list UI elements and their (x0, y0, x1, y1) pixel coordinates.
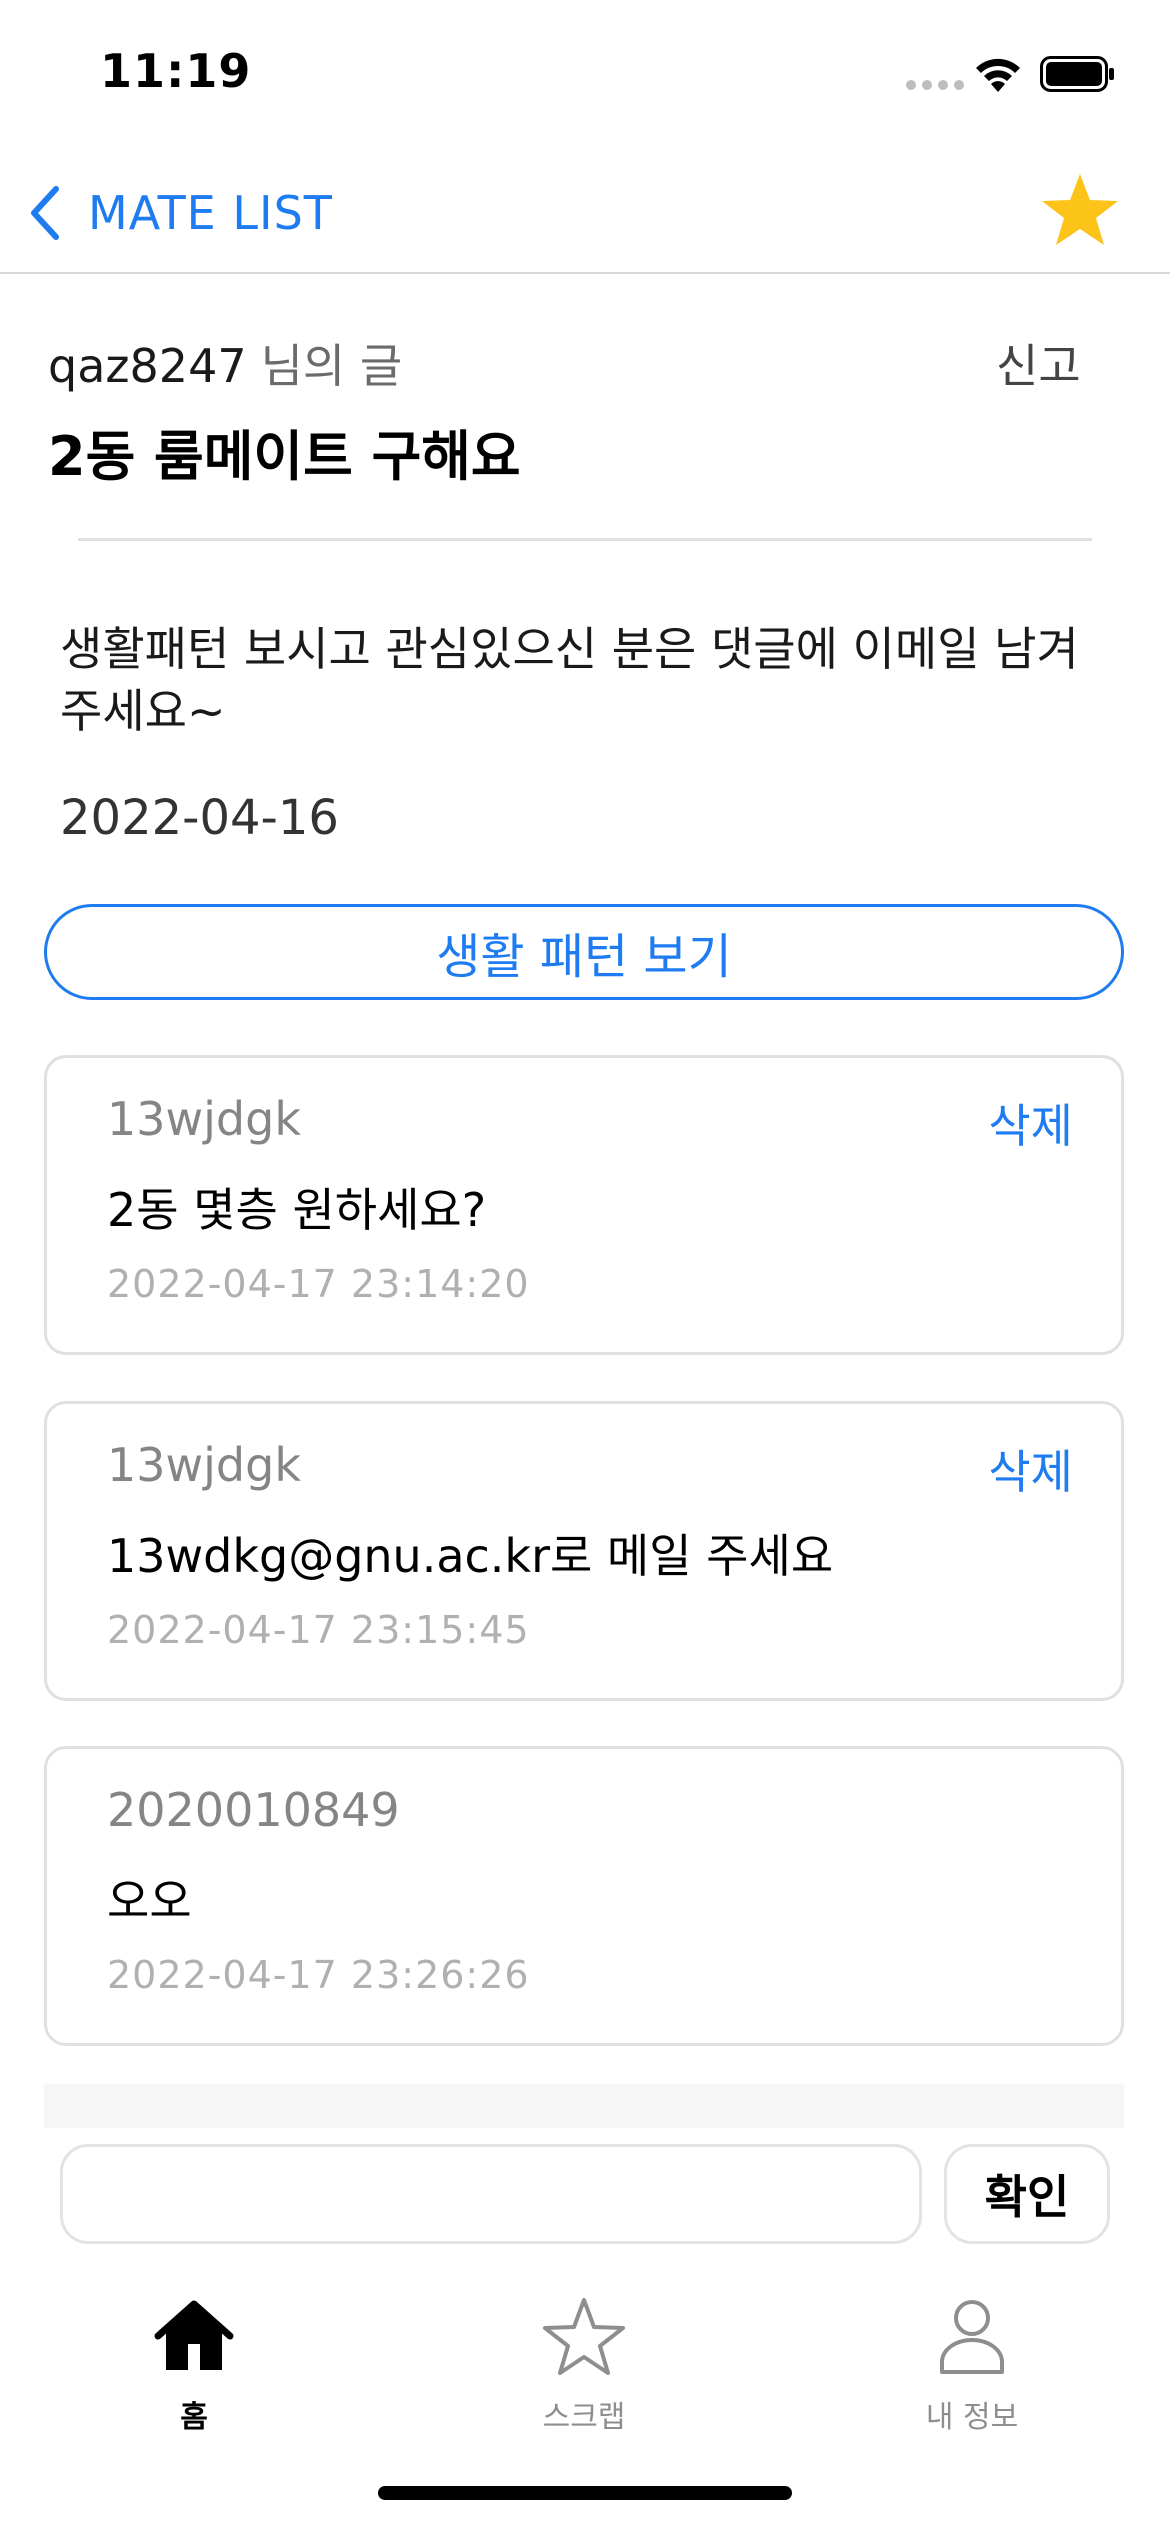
delete-comment-button[interactable]: 삭제 (988, 1436, 1073, 1502)
battery-icon (1040, 56, 1114, 92)
list-footer (44, 2084, 1124, 2128)
comment-time: 2022-04-17 23:14:20 (107, 1262, 530, 1306)
star-filled-icon[interactable] (1040, 170, 1120, 250)
comment-time: 2022-04-17 23:15:45 (107, 1608, 530, 1652)
comment-author: 13wjdgk (107, 1438, 301, 1492)
back-label: MATE LIST (88, 186, 333, 240)
post-date: 2022-04-16 (60, 790, 339, 846)
comment-card: 13wjdgk 삭제 13wdkg@gnu.ac.kr로 메일 주세요 2022… (44, 1401, 1124, 1701)
post-title: 2동 룸메이트 구해요 (48, 425, 521, 488)
divider (78, 538, 1092, 541)
view-life-pattern-button[interactable]: 생활 패턴 보기 (44, 904, 1124, 1000)
tab-label: 스크랩 (542, 2400, 626, 2435)
tab-my-info[interactable]: 내 정보 (862, 2296, 1082, 2436)
cellular-signal-icon (906, 80, 964, 90)
home-indicator (378, 2486, 792, 2500)
post-author-line: qaz8247 님의 글 (48, 330, 402, 396)
wifi-icon (976, 58, 1020, 92)
person-icon (940, 2300, 1004, 2374)
comment-text: 오오 (107, 1874, 192, 1928)
star-outline-icon (543, 2298, 625, 2375)
tab-bar: 홈 스크랩 내 정보 (0, 2270, 1170, 2435)
post-body: 생활패턴 보시고 관심있으신 분은 댓글에 이메일 남겨주세요~ (60, 622, 1079, 738)
chevron-left-icon (31, 186, 59, 240)
status-bar: 11:19 (0, 0, 1170, 150)
post-author-suffix: 님의 글 (260, 339, 403, 393)
tab-label: 내 정보 (925, 2400, 1019, 2435)
comment-card: 13wjdgk 삭제 2동 몇층 원하세요? 2022-04-17 23:14:… (44, 1055, 1124, 1355)
comment-text: 13wdkg@gnu.ac.kr로 메일 주세요 (107, 1529, 834, 1583)
comment-author: 13wjdgk (107, 1092, 301, 1146)
comment-author: 2020010849 (107, 1783, 400, 1837)
tab-label: 홈 (180, 2400, 208, 2435)
navigation-bar: MATE LIST (0, 150, 1170, 274)
home-icon (154, 2300, 234, 2370)
tab-home[interactable]: 홈 (84, 2296, 304, 2436)
post-author: qaz8247 (48, 339, 247, 393)
tab-scrap[interactable]: 스크랩 (474, 2296, 694, 2436)
back-button[interactable]: MATE LIST (28, 178, 333, 248)
confirm-button[interactable]: 확인 (944, 2144, 1110, 2244)
comment-card: 2020010849 오오 2022-04-17 23:26:26 (44, 1746, 1124, 2046)
report-button[interactable]: 신고 (996, 330, 1081, 396)
status-time: 11:19 (100, 44, 252, 98)
comment-input[interactable] (60, 2144, 922, 2244)
comment-time: 2022-04-17 23:26:26 (107, 1953, 530, 1997)
comment-text: 2동 몇층 원하세요? (107, 1183, 487, 1237)
delete-comment-button[interactable]: 삭제 (988, 1090, 1073, 1156)
